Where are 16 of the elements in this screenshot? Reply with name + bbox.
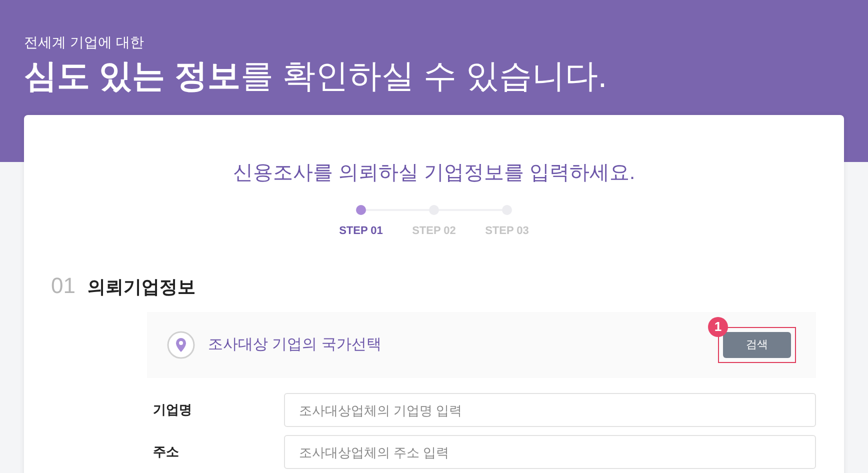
section-number: 01: [51, 272, 76, 300]
field-label: 주소: [153, 443, 180, 462]
form-heading: 신용조사를 의뢰하실 기업정보를 입력하세요.: [232, 161, 636, 186]
step-label: STEP 01: [339, 224, 383, 239]
section-title: 의뢰기업정보: [87, 276, 196, 299]
input-field[interactable]: 조사대상업체의 주소 입력: [284, 435, 816, 469]
search-button[interactable]: 검색: [723, 332, 791, 358]
step-label: STEP 03: [485, 224, 529, 239]
hero-subtitle: 전세계 기업에 대한: [24, 33, 144, 52]
country-select-label: 조사대상 기업의 국가선택: [208, 334, 382, 355]
input-field[interactable]: 조사대상업체의 기업명 입력: [284, 393, 816, 427]
field-label: 기업명: [153, 401, 193, 420]
annotation-badge: 1: [708, 317, 728, 337]
location-pin-icon: [167, 331, 195, 359]
hero-title: 심도 있는 정보를 확인하실 수 있습니다.: [24, 56, 608, 96]
step-label: STEP 02: [412, 224, 456, 239]
